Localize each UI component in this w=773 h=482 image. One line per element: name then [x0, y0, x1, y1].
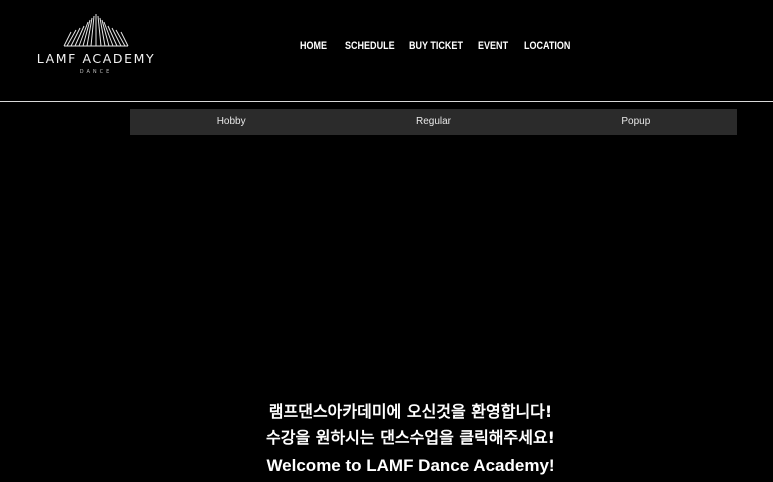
tab-regular[interactable]: Regular: [332, 109, 534, 135]
tab-popup[interactable]: Popup: [535, 109, 737, 135]
brand-subtitle: DANCE: [79, 69, 113, 75]
welcome-english-line: Welcome to LAMF Dance Academy!: [0, 456, 773, 476]
page: LAMF ACADEMY DANCE HOME SCHEDULE BUY TIC…: [0, 0, 773, 482]
nav-location[interactable]: LOCATION: [524, 40, 570, 52]
welcome-english-line-text: Welcome to LAMF Dance Academy!: [266, 456, 555, 475]
brand-name: LAMF ACADEMY: [36, 51, 156, 66]
welcome-korean-line-1-text: 램프댄스아카데미에 오신것을 환영합니다!: [268, 402, 553, 421]
tab-hobby[interactable]: Hobby: [130, 109, 332, 135]
site-header: LAMF ACADEMY DANCE HOME SCHEDULE BUY TIC…: [0, 0, 773, 102]
welcome-korean-line-2-text: 수강을 원하시는 댄스수업을 클릭해주세요!: [266, 428, 555, 447]
welcome-korean-line-2: 수강을 원하시는 댄스수업을 클릭해주세요!: [0, 424, 773, 448]
nav-schedule[interactable]: SCHEDULE: [345, 40, 395, 52]
logo[interactable]: LAMF ACADEMY DANCE: [26, 12, 166, 84]
nav-event[interactable]: EVENT: [478, 40, 508, 52]
nav-buy-ticket[interactable]: BUY TICKET: [409, 40, 463, 52]
crown-lines-icon: [63, 14, 129, 47]
welcome-korean-line-1: 램프댄스아카데미에 오신것을 환영합니다!: [0, 398, 773, 422]
class-type-tabs: Hobby Regular Popup: [130, 109, 737, 135]
nav-home[interactable]: HOME: [300, 40, 327, 52]
